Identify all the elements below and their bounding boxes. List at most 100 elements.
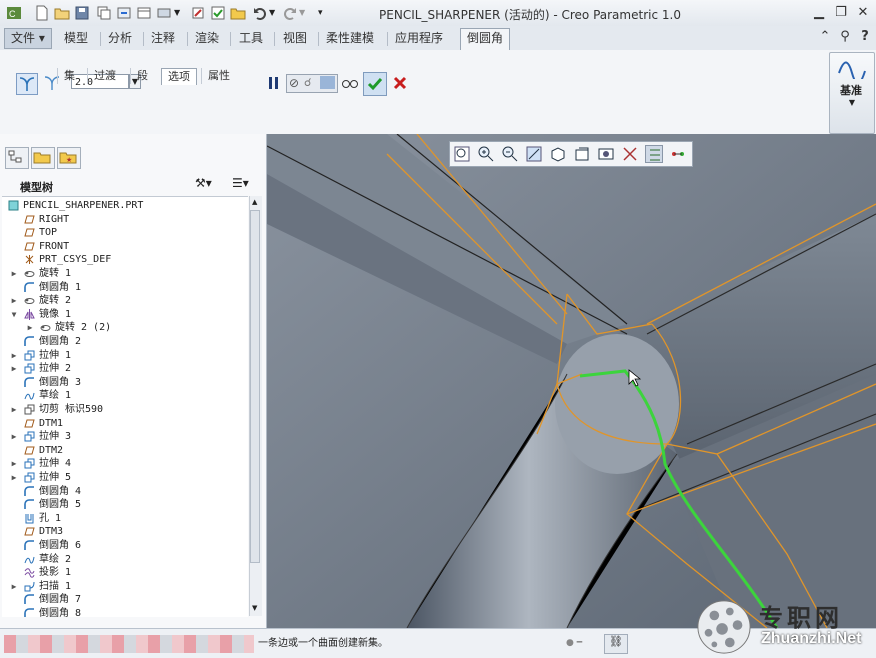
- tree-item[interactable]: 倒圆角 6: [2, 539, 248, 552]
- model-tree-tab-icon[interactable]: [5, 147, 29, 169]
- tree-item[interactable]: 草绘 2: [2, 553, 248, 566]
- saved-views-icon[interactable]: [573, 145, 591, 163]
- expand-arrow-icon[interactable]: ▶: [10, 267, 18, 280]
- model-viewport[interactable]: [267, 134, 876, 628]
- tree-item[interactable]: 倒圆角 1: [2, 281, 248, 294]
- tab-model[interactable]: 模型: [58, 29, 94, 48]
- tree-item[interactable]: ▶ 拉伸 2: [2, 362, 248, 375]
- find-icon[interactable]: ⛓: [604, 634, 628, 654]
- tree-item[interactable]: 倒圆角 4: [2, 485, 248, 498]
- tab-annotate[interactable]: 注释: [145, 29, 181, 48]
- tree-item[interactable]: DTM1: [2, 417, 248, 430]
- apply-check-icon[interactable]: [363, 72, 387, 96]
- subtab-options[interactable]: 选项: [161, 68, 197, 85]
- tree-item[interactable]: 草绘 1: [2, 389, 248, 402]
- selection-filter-icon[interactable]: ● ━: [566, 638, 592, 650]
- copy-icon[interactable]: [96, 5, 112, 21]
- tree-item[interactable]: 孔 1: [2, 512, 248, 525]
- refit-icon[interactable]: [453, 145, 471, 163]
- redo-dropdown-icon[interactable]: ▼: [299, 5, 315, 21]
- tab-view[interactable]: 视图: [277, 29, 313, 48]
- tab-applications[interactable]: 应用程序: [389, 29, 449, 48]
- tree-item[interactable]: FRONT: [2, 240, 248, 253]
- glasses-icon[interactable]: [340, 73, 360, 93]
- tree-item[interactable]: TOP: [2, 226, 248, 239]
- erase-icon[interactable]: [190, 5, 206, 21]
- search-icon[interactable]: ⚲: [834, 28, 856, 46]
- datum-display-icon[interactable]: [621, 145, 639, 163]
- scroll-up-icon[interactable]: ▲: [252, 198, 257, 206]
- subtab-transitions[interactable]: 过渡: [87, 68, 122, 84]
- favorites-tab-icon[interactable]: ★: [57, 147, 81, 169]
- tree-item[interactable]: DTM2: [2, 444, 248, 457]
- save-icon[interactable]: [74, 5, 90, 21]
- point-display-icon[interactable]: [669, 145, 687, 163]
- restore-icon[interactable]: ❐: [830, 4, 852, 22]
- tree-item[interactable]: 投影 1: [2, 566, 248, 579]
- collapse-arrow-icon[interactable]: ▼: [10, 308, 18, 321]
- tree-item[interactable]: 倒圆角 8: [2, 607, 248, 617]
- tree-filter-icon[interactable]: ☰▾: [232, 176, 249, 190]
- tree-item[interactable]: RIGHT: [2, 213, 248, 226]
- regenerate-icon[interactable]: [116, 5, 132, 21]
- subtab-pieces[interactable]: 段: [130, 68, 154, 84]
- tab-tools[interactable]: 工具: [233, 29, 269, 48]
- tab-file[interactable]: 文件 ▾: [4, 28, 52, 49]
- pause-icon[interactable]: [264, 73, 284, 93]
- expand-arrow-icon[interactable]: ▶: [10, 580, 18, 593]
- undo-icon[interactable]: [252, 5, 268, 21]
- subtab-sets[interactable]: 集: [57, 68, 81, 84]
- tree-item[interactable]: ▶ 旋转 2: [2, 294, 248, 307]
- expand-arrow-icon[interactable]: ▶: [10, 349, 18, 362]
- tree-item[interactable]: 倒圆角 5: [2, 498, 248, 511]
- repaint-icon[interactable]: [525, 145, 543, 163]
- tree-item[interactable]: DTM3: [2, 525, 248, 538]
- scroll-down-icon[interactable]: ▼: [252, 604, 257, 612]
- open-icon[interactable]: [54, 5, 70, 21]
- expand-arrow-icon[interactable]: ▶: [10, 362, 18, 375]
- tree-item[interactable]: ▶ 拉伸 4: [2, 457, 248, 470]
- tab-flexible-modeling[interactable]: 柔性建模: [320, 29, 380, 48]
- zoom-in-icon[interactable]: [477, 145, 495, 163]
- annotation-display-icon[interactable]: [645, 145, 663, 163]
- verify-icon[interactable]: [210, 5, 226, 21]
- tab-analysis[interactable]: 分析: [102, 29, 138, 48]
- no-preview-icon[interactable]: ⊘: [289, 76, 299, 90]
- expand-arrow-icon[interactable]: ▶: [10, 457, 18, 470]
- tab-render[interactable]: 渲染: [189, 29, 225, 48]
- tree-item[interactable]: ▶ 旋转 2 (2): [2, 321, 248, 334]
- display-style-icon[interactable]: [549, 145, 567, 163]
- model-display-icon[interactable]: [156, 5, 172, 21]
- tree-item[interactable]: 倒圆角 7: [2, 593, 248, 606]
- tree-root-part[interactable]: PENCIL_SHARPENER.PRT: [2, 199, 248, 212]
- tab-round[interactable]: 倒圆角: [460, 28, 511, 50]
- expand-arrow-icon[interactable]: ▶: [10, 430, 18, 443]
- tree-item[interactable]: ▶ 旋转 1: [2, 267, 248, 280]
- minimize-icon[interactable]: ▁: [808, 4, 830, 22]
- redo-icon[interactable]: [282, 5, 298, 21]
- zoom-out-icon[interactable]: [501, 145, 519, 163]
- tree-item[interactable]: ▼ 镜像 1: [2, 308, 248, 321]
- geometry-preview-icon[interactable]: ☌: [304, 76, 311, 89]
- help-icon[interactable]: ?: [854, 28, 876, 46]
- verify-mode-icon[interactable]: [320, 76, 335, 89]
- tree-item[interactable]: 倒圆角 2: [2, 335, 248, 348]
- new-icon[interactable]: [34, 5, 50, 21]
- cancel-x-icon[interactable]: [390, 73, 410, 93]
- folder-browser-tab-icon[interactable]: [31, 147, 55, 169]
- tree-item[interactable]: ▶ 拉伸 1: [2, 349, 248, 362]
- tree-item[interactable]: ▶ 切剪 标识590: [2, 403, 248, 416]
- chevron-down-icon[interactable]: ▼: [174, 5, 190, 21]
- subtab-properties[interactable]: 属性: [201, 68, 236, 84]
- close-icon[interactable]: ✕: [852, 4, 874, 22]
- tree-item[interactable]: ▶ 拉伸 3: [2, 430, 248, 443]
- view-manager-icon[interactable]: [597, 145, 615, 163]
- minimize-ribbon-icon[interactable]: ⌃: [814, 28, 836, 46]
- expand-arrow-icon[interactable]: ▶: [10, 403, 18, 416]
- windows-icon[interactable]: [136, 5, 152, 21]
- tree-settings-icon[interactable]: ⚒▾: [195, 176, 212, 190]
- expand-arrow-icon[interactable]: ▶: [10, 294, 18, 307]
- tree-item[interactable]: ▶ 拉伸 5: [2, 471, 248, 484]
- tree-scroll-thumb[interactable]: [250, 210, 260, 563]
- graphics-window[interactable]: [267, 134, 876, 628]
